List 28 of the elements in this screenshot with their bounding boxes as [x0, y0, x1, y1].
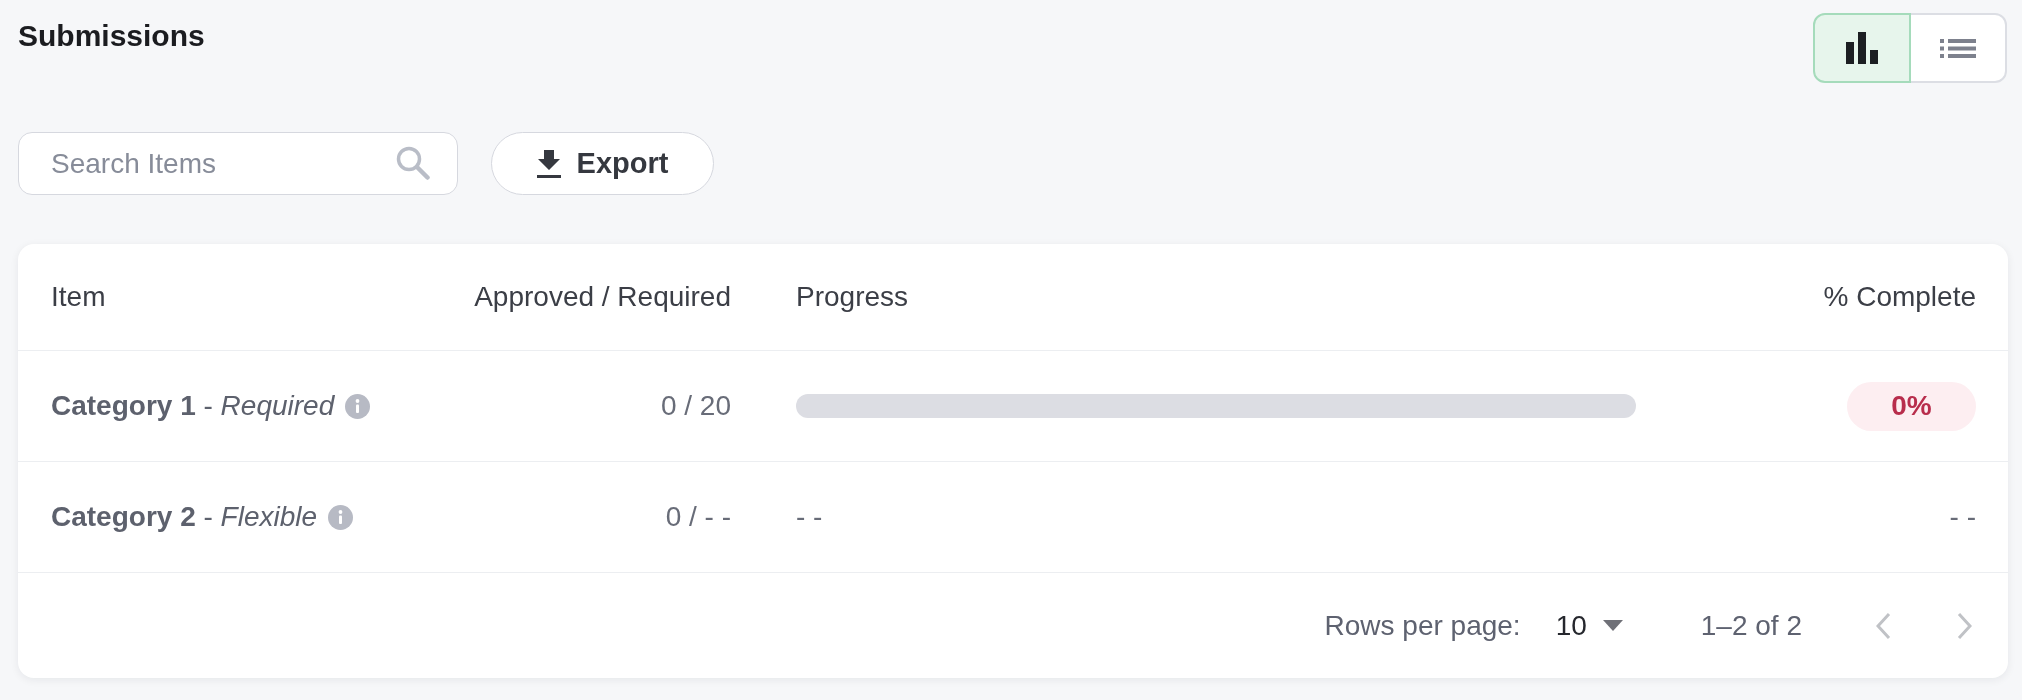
search-icon [396, 146, 430, 180]
column-header: Approved / Required [474, 281, 731, 313]
rows-per-page-select[interactable]: 10 [1555, 609, 1623, 642]
info-icon[interactable] [345, 393, 371, 419]
item-label: Category 1 - Required [51, 390, 335, 422]
rows-per-page-label: Rows per page: [1324, 609, 1521, 642]
item-label: Category 2 - Flexible [51, 501, 318, 533]
page-range: 1–2 of 2 [1700, 609, 1802, 642]
chevron-left-icon [1876, 611, 1891, 640]
export-button[interactable]: Export [491, 132, 714, 195]
column-header: % Complete [1823, 281, 1976, 313]
list-icon [1940, 38, 1976, 58]
info-icon[interactable] [328, 504, 354, 530]
approved-count: 0 / 20 [660, 390, 731, 422]
percent-badge: 0% [1847, 381, 1976, 431]
approved-count: 0 / - - [665, 501, 731, 533]
download-icon [536, 149, 561, 178]
progress-text: - - [796, 501, 823, 533]
bar-chart-icon [1846, 32, 1878, 64]
list-view-button[interactable] [1909, 13, 2007, 83]
column-header: Progress [796, 281, 909, 313]
chart-view-button[interactable] [1813, 13, 1911, 83]
chevron-right-icon [1957, 611, 1972, 640]
percent-text: - - [1949, 501, 1976, 533]
caret-icon [1602, 620, 1623, 631]
column-header: Item [51, 281, 106, 313]
page-title: Submissions [18, 18, 205, 54]
search-field[interactable]: Search Items [18, 132, 458, 195]
